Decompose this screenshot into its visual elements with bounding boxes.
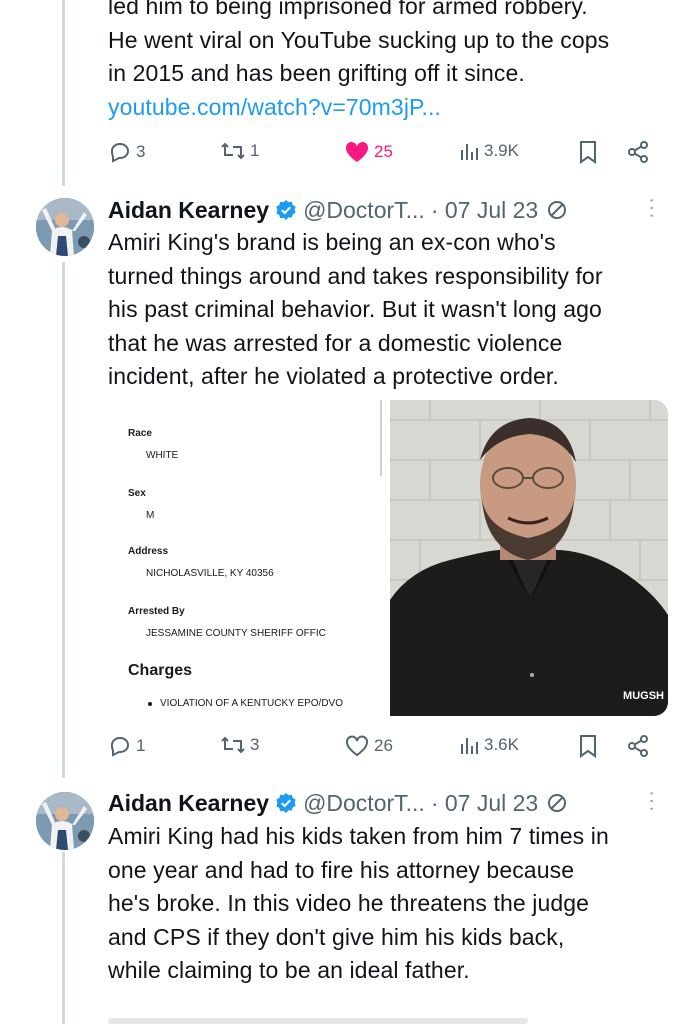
tweet-header: Aidan Kearney @DoctorT... · 07 Jul 23 xyxy=(108,788,568,818)
display-name[interactable]: Aidan Kearney xyxy=(108,195,269,225)
views-icon xyxy=(458,140,480,162)
tweet-link[interactable]: youtube.com/watch?v=70m3jP... xyxy=(108,91,678,125)
bookmark-icon xyxy=(578,734,598,758)
share-button[interactable] xyxy=(626,734,650,758)
tweet-text-line: while claiming to be an ideal father. xyxy=(108,957,470,983)
tweet-text-line: that he was arrested for a domestic viol… xyxy=(108,329,563,356)
views-button[interactable]: 3.9K xyxy=(458,140,519,162)
avatar[interactable] xyxy=(36,792,94,850)
reply-button[interactable]: 1 xyxy=(108,734,145,758)
heart-filled-icon xyxy=(344,140,370,164)
circle-slash-icon xyxy=(546,199,568,221)
reply-count: 3 xyxy=(136,142,146,161)
address-label: Address xyxy=(128,546,169,557)
tweet-text-line: he's broke. In this video he threatens t… xyxy=(108,890,590,916)
sex-label: Sex xyxy=(128,488,146,499)
tweet-text-line: He went viral on YouTube sucking up to t… xyxy=(108,26,610,53)
tweet-date[interactable]: · 07 Jul 23 xyxy=(431,195,538,225)
tweet-text-line: one year and had to fire his attorney be… xyxy=(108,856,575,883)
views-count: 3.9K xyxy=(484,141,519,160)
avatar[interactable] xyxy=(36,198,94,256)
tweet-text-line: Amiri King had his kids taken from him 7… xyxy=(108,823,609,849)
thread-connector xyxy=(62,0,65,186)
address-value: NICHOLASVILLE, KY 40356 xyxy=(146,568,274,579)
repost-button[interactable]: 1 xyxy=(220,140,259,162)
reply-button[interactable]: 3 xyxy=(108,140,145,164)
share-button[interactable] xyxy=(626,140,650,164)
verified-badge-icon xyxy=(275,792,297,814)
tweet-actions: 1 3 26 3.6K xyxy=(108,730,668,764)
tweet-text-line: Amiri King's brand is being an ex-con wh… xyxy=(108,229,556,255)
bookmark-button[interactable] xyxy=(578,140,598,164)
more-options-icon[interactable]: ··· xyxy=(640,197,663,220)
scrollbar xyxy=(380,400,382,476)
arrested-by-label: Arrested By xyxy=(128,606,185,617)
charges-heading: Charges xyxy=(128,662,193,679)
like-count: 26 xyxy=(374,736,393,755)
watermark: MUGSH xyxy=(623,690,664,702)
repost-count: 1 xyxy=(250,141,260,160)
circle-slash-icon xyxy=(546,792,568,814)
views-button[interactable]: 3.6K xyxy=(458,734,519,756)
bookmark-icon xyxy=(578,140,598,164)
tweet-text: led him to being imprisoned for armed ro… xyxy=(108,0,678,124)
bookmark-button[interactable] xyxy=(578,734,598,758)
tweet-text-line: his past criminal behavior. But it wasn'… xyxy=(108,296,602,322)
user-handle[interactable]: @DoctorT... xyxy=(303,788,425,818)
repost-button[interactable]: 3 xyxy=(220,734,259,756)
race-label: Race xyxy=(128,428,152,439)
tweet-text: Amiri King had his kids taken from him 7… xyxy=(108,820,678,988)
charge-bullet xyxy=(148,702,152,706)
like-button[interactable]: 25 xyxy=(344,140,393,164)
sex-value: M xyxy=(146,510,155,521)
reply-icon xyxy=(108,734,132,758)
user-handle[interactable]: @DoctorT... xyxy=(303,195,425,225)
views-icon xyxy=(458,734,480,756)
tweet-text-line: and CPS if they don't give him his kids … xyxy=(108,923,565,950)
mugshot-photo: MUGSH xyxy=(390,400,668,716)
race-value: WHITE xyxy=(146,450,179,461)
repost-icon xyxy=(220,140,246,162)
views-count: 3.6K xyxy=(484,735,519,754)
charge-item: VIOLATION OF A KENTUCKY EPO/DVO xyxy=(160,698,344,709)
repost-count: 3 xyxy=(250,735,260,754)
arrested-by-value: JESSAMINE COUNTY SHERIFF OFFIC xyxy=(146,628,326,639)
display-name[interactable]: Aidan Kearney xyxy=(108,788,269,818)
reply-icon xyxy=(108,140,132,164)
more-options-icon[interactable]: ··· xyxy=(640,790,663,813)
tweet-text-line: in 2015 and has been grifting off it sin… xyxy=(108,60,525,86)
tweet-text-line: turned things around and takes responsib… xyxy=(108,262,603,289)
tweet-text: Amiri King's brand is being an ex-con wh… xyxy=(108,226,678,394)
like-count: 25 xyxy=(374,142,393,161)
like-button[interactable]: 26 xyxy=(344,734,393,758)
share-icon xyxy=(626,734,650,758)
arrest-record: Race WHITE Sex M Address NICHOLASVILLE, … xyxy=(108,400,390,716)
tweet-actions: 3 1 25 3.9K xyxy=(108,136,668,170)
thread-connector xyxy=(62,852,65,1024)
heart-icon xyxy=(344,734,370,758)
repost-icon xyxy=(220,734,246,756)
tweet-text-line: led him to being imprisoned for armed ro… xyxy=(108,0,588,19)
truncated-content xyxy=(108,1018,528,1024)
share-icon xyxy=(626,140,650,164)
tweet-text-line: incident, after he violated a protective… xyxy=(108,363,559,389)
tweet-date[interactable]: · 07 Jul 23 xyxy=(431,788,538,818)
tweet-header: Aidan Kearney @DoctorT... · 07 Jul 23 xyxy=(108,195,568,225)
thread-connector xyxy=(62,262,65,778)
verified-badge-icon xyxy=(275,199,297,221)
tweet-media[interactable]: Race WHITE Sex M Address NICHOLASVILLE, … xyxy=(108,400,668,716)
reply-count: 1 xyxy=(136,736,146,755)
